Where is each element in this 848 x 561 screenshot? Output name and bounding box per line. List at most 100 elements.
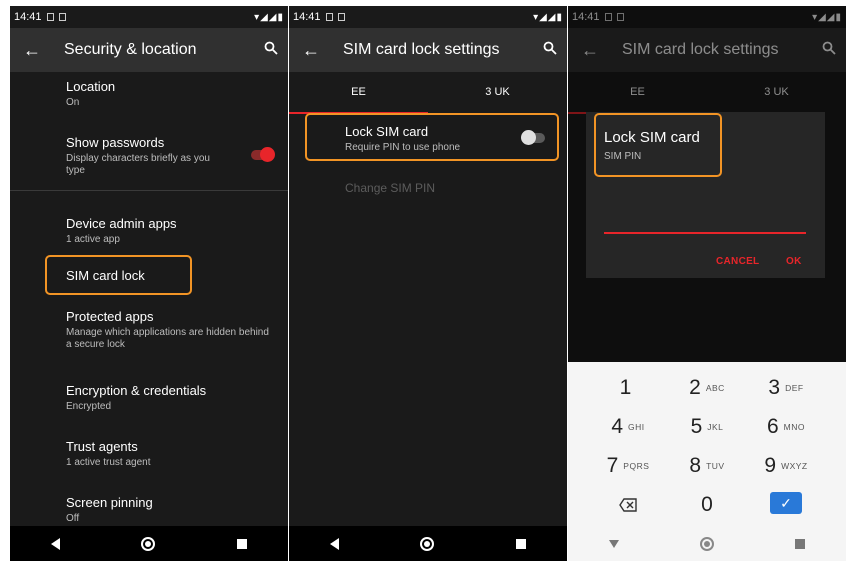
key-letters: DEF [785,383,804,393]
setting-subtitle: Display characters briefly as you type [66,153,210,176]
setting-title: Protected apps [66,309,154,324]
key-8[interactable]: 8 TUV [662,448,752,484]
key-5[interactable]: 5 JKL [662,409,752,445]
setting-subtitle: 1 active trust agent [66,457,151,468]
key-digit: 5 [690,415,703,438]
key-letters: WXYZ [781,461,808,471]
numeric-keypad: 1 2 ABC 3 DEF 4 GHI 5 JKL 6 MNO 7 PQRS 8 TUV 9W… [568,362,846,526]
nav-back-icon[interactable] [329,537,339,550]
sim-notification-icon [325,13,333,21]
setting-title: Encryption & credentials [66,383,207,398]
nav-home-icon[interactable] [420,536,435,551]
key-digit: 6 [766,415,779,438]
key-3[interactable]: 3 DEF [741,370,831,406]
key-4[interactable]: 4 GHI [583,409,673,445]
setting-title: Change SIM PIN [345,181,436,195]
carrier-tabs: EE 3 UK [289,72,567,116]
setting-protected-apps[interactable]: Protected apps Manage which applications… [66,309,271,351]
page-title: SIM card lock settings [343,41,500,58]
setting-encryption-credentials[interactable]: Encryption & credentials Encrypted [66,383,271,413]
setting-title: Location [66,79,116,94]
status-time: 14:41 [293,11,321,23]
navigation-bar [289,526,567,561]
key-letters: JKL [707,422,724,432]
setting-change-sim-pin: Change SIM PIN [345,180,550,196]
setting-title: Device admin apps [66,216,177,231]
nav-recents-icon[interactable] [516,538,527,549]
status-time: 14:41 [14,11,42,23]
nav-home-icon[interactable] [141,536,156,551]
setting-subtitle: Off [66,513,80,524]
setting-subtitle: Manage which applications are hidden beh… [66,327,269,350]
toggle-knob [260,147,275,162]
tab-ee[interactable]: EE [289,72,428,116]
key-1[interactable]: 1 [583,370,673,406]
highlight-lock-sim-card [305,113,559,161]
search-icon[interactable] [254,41,288,60]
setting-subtitle: On [66,97,80,108]
sim-pin-dialog-screen: 14:41 ▾◢◢▮ ← SIM card lock settings EE 3… [568,6,846,561]
sim-lock-settings-screen: 14:41 ▾◢◢▮ ← SIM card lock settings EE 3… [289,6,567,561]
setting-subtitle: 1 active app [66,234,120,245]
sim-notification-icon [46,13,54,21]
key-letters: PQRS [623,461,650,471]
key-digit: 8 [689,454,702,477]
status-bar: 14:41 ▾◢◢▮ [10,6,288,28]
backspace-key[interactable] [583,487,673,523]
key-7[interactable]: 7 PQRS [583,448,673,484]
setting-title: Show passwords [66,135,165,150]
nav-recents-icon[interactable] [795,538,806,549]
navigation-bar [568,526,846,561]
key-digit: 1 [619,376,632,399]
cancel-button[interactable]: CANCEL [716,256,759,267]
setting-screen-pinning[interactable]: Screen pinning Off [66,495,271,525]
nav-hide-keyboard-icon[interactable] [608,539,619,548]
page-title: Security & location [64,41,197,58]
key-digit: 4 [611,415,624,438]
key-2[interactable]: 2 ABC [662,370,752,406]
setting-subtitle: Encrypted [66,401,112,412]
status-bar: 14:41 ▾◢◢▮ [289,6,567,28]
key-digit: 0 [701,493,713,516]
backspace-icon [619,498,637,512]
divider [10,190,288,191]
setting-device-admin-apps[interactable]: Device admin apps 1 active app [66,216,271,246]
security-location-screen: 14:41 ▾◢◢▮ ← Security & location Locatio… [10,6,288,561]
back-arrow-icon[interactable]: ← [10,40,54,61]
highlight-dialog-title [594,113,722,177]
signal-battery-icons: ▾◢◢▮ [254,11,284,23]
key-digit: 9 [764,454,777,477]
setting-show-passwords[interactable]: Show passwords Display characters briefl… [66,135,231,177]
show-passwords-toggle[interactable] [251,147,275,162]
key-letters: ABC [705,383,725,393]
key-digit: 3 [768,376,781,399]
key-9[interactable]: 9 WXYZ [741,448,831,484]
done-key[interactable]: ✓ [741,485,831,521]
checkmark-icon: ✓ [770,492,802,514]
setting-title: Trust agents [66,439,138,454]
message-notification-icon [58,13,66,21]
key-6[interactable]: 6 MNO [741,409,831,445]
ok-button[interactable]: OK [786,256,802,267]
key-digit: 2 [689,376,701,399]
setting-title: Screen pinning [66,495,153,510]
navigation-bar [10,526,288,561]
key-letters: TUV [706,461,725,471]
app-bar: ← SIM card lock settings [289,28,567,72]
search-icon[interactable] [533,41,567,60]
key-0[interactable]: 0 [662,487,752,523]
setting-trust-agents[interactable]: Trust agents 1 active trust agent [66,439,271,469]
key-letters: MNO [783,422,806,432]
sim-pin-input[interactable] [604,232,806,234]
nav-home-icon[interactable] [699,536,714,551]
signal-battery-icons: ▾◢◢▮ [533,11,563,23]
key-letters: GHI [628,422,645,432]
message-notification-icon [337,13,345,21]
nav-back-icon[interactable] [50,537,60,550]
tab-3uk[interactable]: 3 UK [428,72,567,116]
back-arrow-icon[interactable]: ← [289,40,333,61]
key-digit: 7 [606,454,619,477]
setting-location[interactable]: Location On [66,79,271,109]
nav-recents-icon[interactable] [237,538,248,549]
app-bar: ← Security & location [10,28,288,72]
